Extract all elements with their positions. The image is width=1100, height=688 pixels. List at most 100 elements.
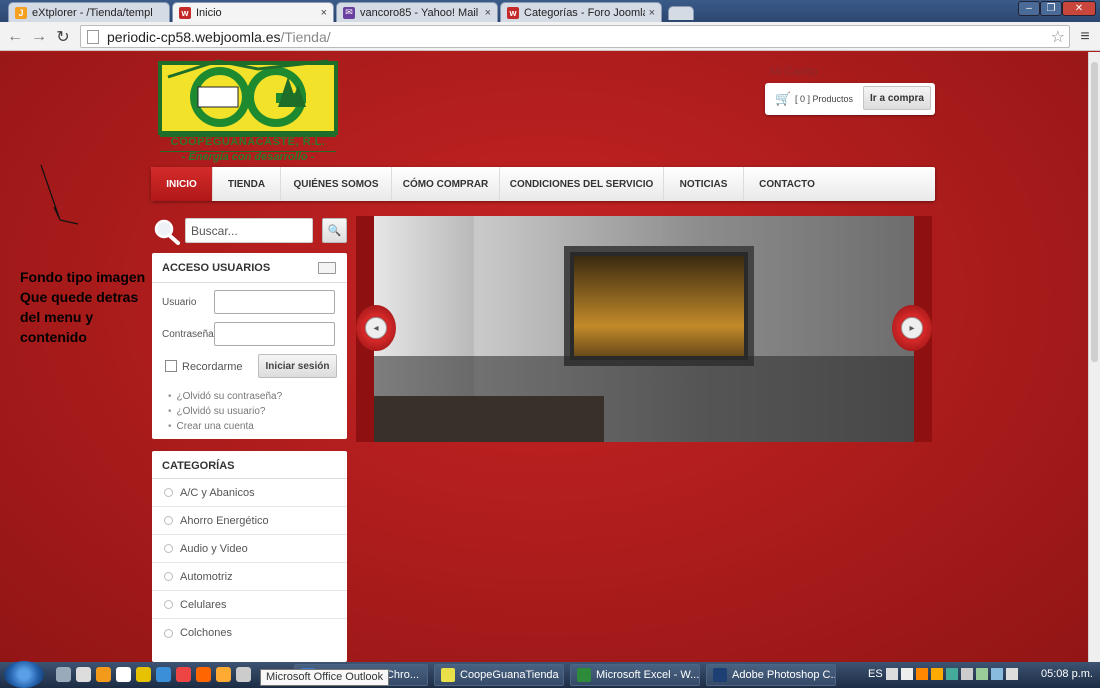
chevron-right-icon: ▸: [901, 317, 923, 339]
category-label: Celulares: [180, 598, 227, 611]
quicklaunch-icon[interactable]: [136, 667, 151, 682]
quicklaunch-icon[interactable]: [236, 667, 251, 682]
image-slider: ◂ ▸: [356, 216, 932, 442]
tab-inicio[interactable]: w Inicio ×: [172, 2, 334, 23]
restore-icon[interactable]: ❐: [1040, 1, 1062, 16]
taskbar-label: Adobe Photoshop C...: [732, 669, 836, 681]
tab-foro-joomla[interactable]: w Categorías - Foro Joomla! ×: [500, 2, 662, 22]
remember-checkbox[interactable]: [165, 360, 177, 372]
categories-panel: CATEGORÍAS A/C y Abanicos Ahorro Energét…: [152, 451, 347, 662]
reload-icon[interactable]: ↻: [54, 28, 72, 46]
bullet-icon: [164, 488, 173, 497]
menu-item-quienes-somos[interactable]: QUIÉNES SOMOS: [281, 167, 392, 201]
tray-icon[interactable]: [991, 668, 1003, 680]
coopeguanacaste-logo: [158, 59, 338, 152]
search-button[interactable]: 🔍: [322, 218, 347, 243]
close-tab-icon[interactable]: ×: [485, 7, 491, 19]
quicklaunch-icon[interactable]: [116, 667, 131, 682]
cart-icon: 🛒: [775, 91, 792, 106]
taskbar-tooltip: Microsoft Office Outlook: [260, 669, 390, 686]
forgot-password-link[interactable]: ¿Olvidó su contraseña?: [168, 391, 283, 402]
menu-item-noticias[interactable]: NOTICIAS: [664, 167, 744, 201]
password-field[interactable]: [214, 322, 335, 346]
tray-icon[interactable]: [976, 668, 988, 680]
quicklaunch-icon[interactable]: [96, 667, 111, 682]
tray-icon[interactable]: [931, 668, 943, 680]
annotation-arrow: [40, 164, 79, 225]
chevron-left-icon: ◂: [365, 317, 387, 339]
back-arrow-icon[interactable]: ←: [6, 28, 24, 46]
taskbar-button-photoshop[interactable]: Adobe Photoshop C...: [706, 664, 836, 686]
quicklaunch-icon[interactable]: [76, 667, 91, 682]
slider-prev-button[interactable]: ◂: [356, 305, 396, 351]
password-label: Contraseña: [162, 329, 214, 340]
tab-title: eXtplorer - /Tienda/templ: [32, 6, 153, 19]
search-icon: 🔍: [327, 225, 342, 237]
clock[interactable]: 05:08 p.m.: [1041, 668, 1093, 680]
category-item[interactable]: Automotriz: [152, 563, 347, 591]
logo-company-name: COOPEGUANACASTE, R.L.: [170, 136, 326, 148]
tray-icon[interactable]: [886, 668, 898, 680]
new-tab-button[interactable]: [668, 6, 694, 20]
windows-taskbar: Chro... CoopeGuanaTienda Microsoft Excel…: [0, 661, 1100, 688]
search-input[interactable]: Buscar...: [185, 218, 313, 243]
username-field[interactable]: [214, 290, 335, 314]
category-item[interactable]: Celulares: [152, 591, 347, 619]
vertical-scrollbar[interactable]: [1088, 52, 1100, 662]
quicklaunch-icon[interactable]: [216, 667, 231, 682]
category-item[interactable]: A/C y Abanicos: [152, 479, 347, 507]
bullet-icon: [164, 516, 173, 525]
close-tab-icon[interactable]: ×: [321, 7, 327, 19]
main-menu: INICIO TIENDA QUIÉNES SOMOS CÓMO COMPRAR…: [151, 167, 935, 201]
start-button[interactable]: [4, 661, 44, 688]
cart-count: [ 0 ] Productos: [795, 94, 854, 104]
taskbar-button-folder[interactable]: CoopeGuanaTienda: [434, 664, 564, 686]
tray-icon[interactable]: [1006, 668, 1018, 680]
create-account-link[interactable]: Crear una cuenta: [168, 421, 254, 432]
go-to-checkout-button[interactable]: Ir a compra: [863, 86, 931, 110]
menu-item-contacto[interactable]: CONTACTO: [744, 167, 830, 201]
address-bar[interactable]: periodic-cp58.webjoomla.es/Tienda/ ☆: [80, 25, 1070, 48]
language-indicator[interactable]: ES: [868, 668, 883, 680]
scrollbar-thumb[interactable]: [1091, 62, 1098, 362]
quicklaunch-icon[interactable]: [176, 667, 191, 682]
menu-item-tienda[interactable]: TIENDA: [213, 167, 281, 201]
taskbar-label: CoopeGuanaTienda: [460, 669, 559, 681]
tab-extplorer[interactable]: J eXtplorer - /Tienda/templ: [8, 2, 170, 22]
tab-yahoo-mail[interactable]: ✉ vancoro85 - Yahoo! Mail ×: [336, 2, 498, 22]
tray-icon[interactable]: [901, 668, 913, 680]
magnifier-icon: [154, 219, 180, 245]
bookmark-star-icon[interactable]: ☆: [1051, 27, 1065, 47]
quicklaunch-icon[interactable]: [196, 667, 211, 682]
menu-item-como-comprar[interactable]: CÓMO COMPRAR: [392, 167, 500, 201]
sofa-shape: [374, 396, 604, 442]
remember-label: Recordarme: [182, 361, 243, 373]
slider-next-button[interactable]: ▸: [892, 305, 932, 351]
menu-item-inicio[interactable]: INICIO: [151, 167, 213, 201]
quicklaunch-icon[interactable]: [156, 667, 171, 682]
tray-icon[interactable]: [916, 668, 928, 680]
category-item[interactable]: Colchones: [152, 619, 347, 647]
tab-title: Categorías - Foro Joomla!: [524, 6, 645, 19]
category-label: Audio y Video: [180, 542, 248, 555]
forward-arrow-icon[interactable]: →: [30, 28, 48, 46]
quicklaunch-icon[interactable]: [56, 667, 71, 682]
menu-icon[interactable]: ≡: [1076, 28, 1094, 46]
close-window-icon[interactable]: ✕: [1062, 1, 1096, 16]
category-item[interactable]: Ahorro Energético: [152, 507, 347, 535]
forgot-username-link[interactable]: ¿Olvidó su usuario?: [168, 406, 266, 417]
webjoomla-icon: w: [179, 7, 191, 19]
tray-icon[interactable]: [961, 668, 973, 680]
page-icon: [87, 29, 99, 44]
close-tab-icon[interactable]: ×: [649, 7, 655, 19]
tray-icon[interactable]: [946, 668, 958, 680]
taskbar-button-excel[interactable]: Microsoft Excel - W...: [570, 664, 700, 686]
browser-toolbar: ← → ↻ periodic-cp58.webjoomla.es/Tienda/…: [0, 22, 1100, 51]
annotation-text: Fondo tipo imagen Que quede detras del m…: [20, 269, 146, 345]
minimize-icon[interactable]: –: [1018, 1, 1040, 16]
menu-item-condiciones[interactable]: CONDICIONES DEL SERVICIO: [500, 167, 664, 201]
photoshop-icon: [713, 668, 727, 682]
login-button[interactable]: Iniciar sesión: [258, 354, 337, 378]
city-photo: [574, 256, 744, 356]
category-item[interactable]: Audio y Video: [152, 535, 347, 563]
